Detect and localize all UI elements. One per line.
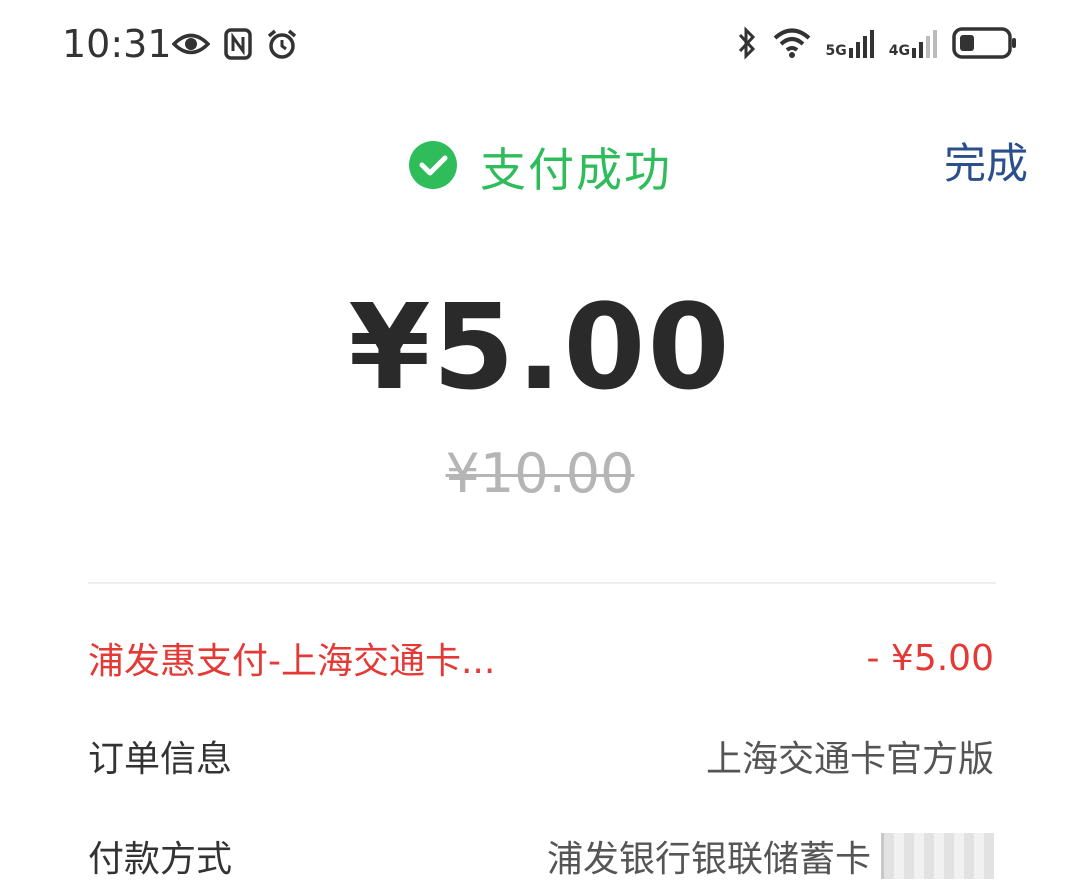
- alarm-icon: [266, 28, 298, 60]
- status-right-icons: 5G 4G: [736, 26, 1018, 60]
- payment-method-row: 付款方式 浦发银行银联储蓄卡: [88, 826, 994, 886]
- divider: [88, 582, 996, 584]
- payment-status: 支付成功: [408, 134, 672, 200]
- status-left-icons: [172, 28, 298, 60]
- payment-method-label: 付款方式: [88, 839, 233, 880]
- nfc-icon: [224, 28, 252, 60]
- payment-method-value-wrap: 浦发银行银联储蓄卡: [547, 830, 994, 882]
- signal-4g-icon: 4G: [889, 28, 938, 58]
- success-check-icon: [408, 140, 458, 194]
- discount-value: - ¥5.00: [866, 637, 995, 679]
- discount-row: 浦发惠支付-上海交通卡... - ¥5.00: [88, 628, 994, 688]
- battery-icon: [952, 26, 1018, 60]
- status-time: 10:31: [62, 22, 172, 66]
- order-info-row[interactable]: 订单信息 上海交通卡官方版: [88, 726, 994, 786]
- header: 支付成功 完成: [0, 118, 1080, 208]
- done-button[interactable]: 完成: [944, 130, 1028, 191]
- network-4g-label: 4G: [888, 43, 910, 59]
- payment-success-screen: 10:31 5G 4G 支付成功 完成 ¥5.00 ¥10.00 浦发惠支付-上…: [0, 0, 1080, 894]
- masked-card-number: [881, 833, 994, 879]
- network-5g-label: 5G: [825, 43, 847, 59]
- signal-5g-icon: 5G: [826, 28, 875, 58]
- order-info-label: 订单信息: [88, 739, 233, 780]
- status-bar: 10:31 5G 4G: [0, 0, 1080, 92]
- payment-success-text: 支付成功: [480, 143, 672, 197]
- original-amount: ¥10.00: [445, 442, 635, 505]
- order-info-value: 上海交通卡官方版: [705, 739, 994, 780]
- wifi-icon: [772, 27, 812, 59]
- eye-icon: [172, 29, 210, 59]
- payment-method-value: 浦发银行银联储蓄卡: [546, 839, 871, 880]
- discount-label: 浦发惠支付-上海交通卡...: [88, 641, 496, 682]
- bluetooth-icon: [736, 26, 758, 60]
- paid-amount: ¥5.00: [348, 278, 732, 416]
